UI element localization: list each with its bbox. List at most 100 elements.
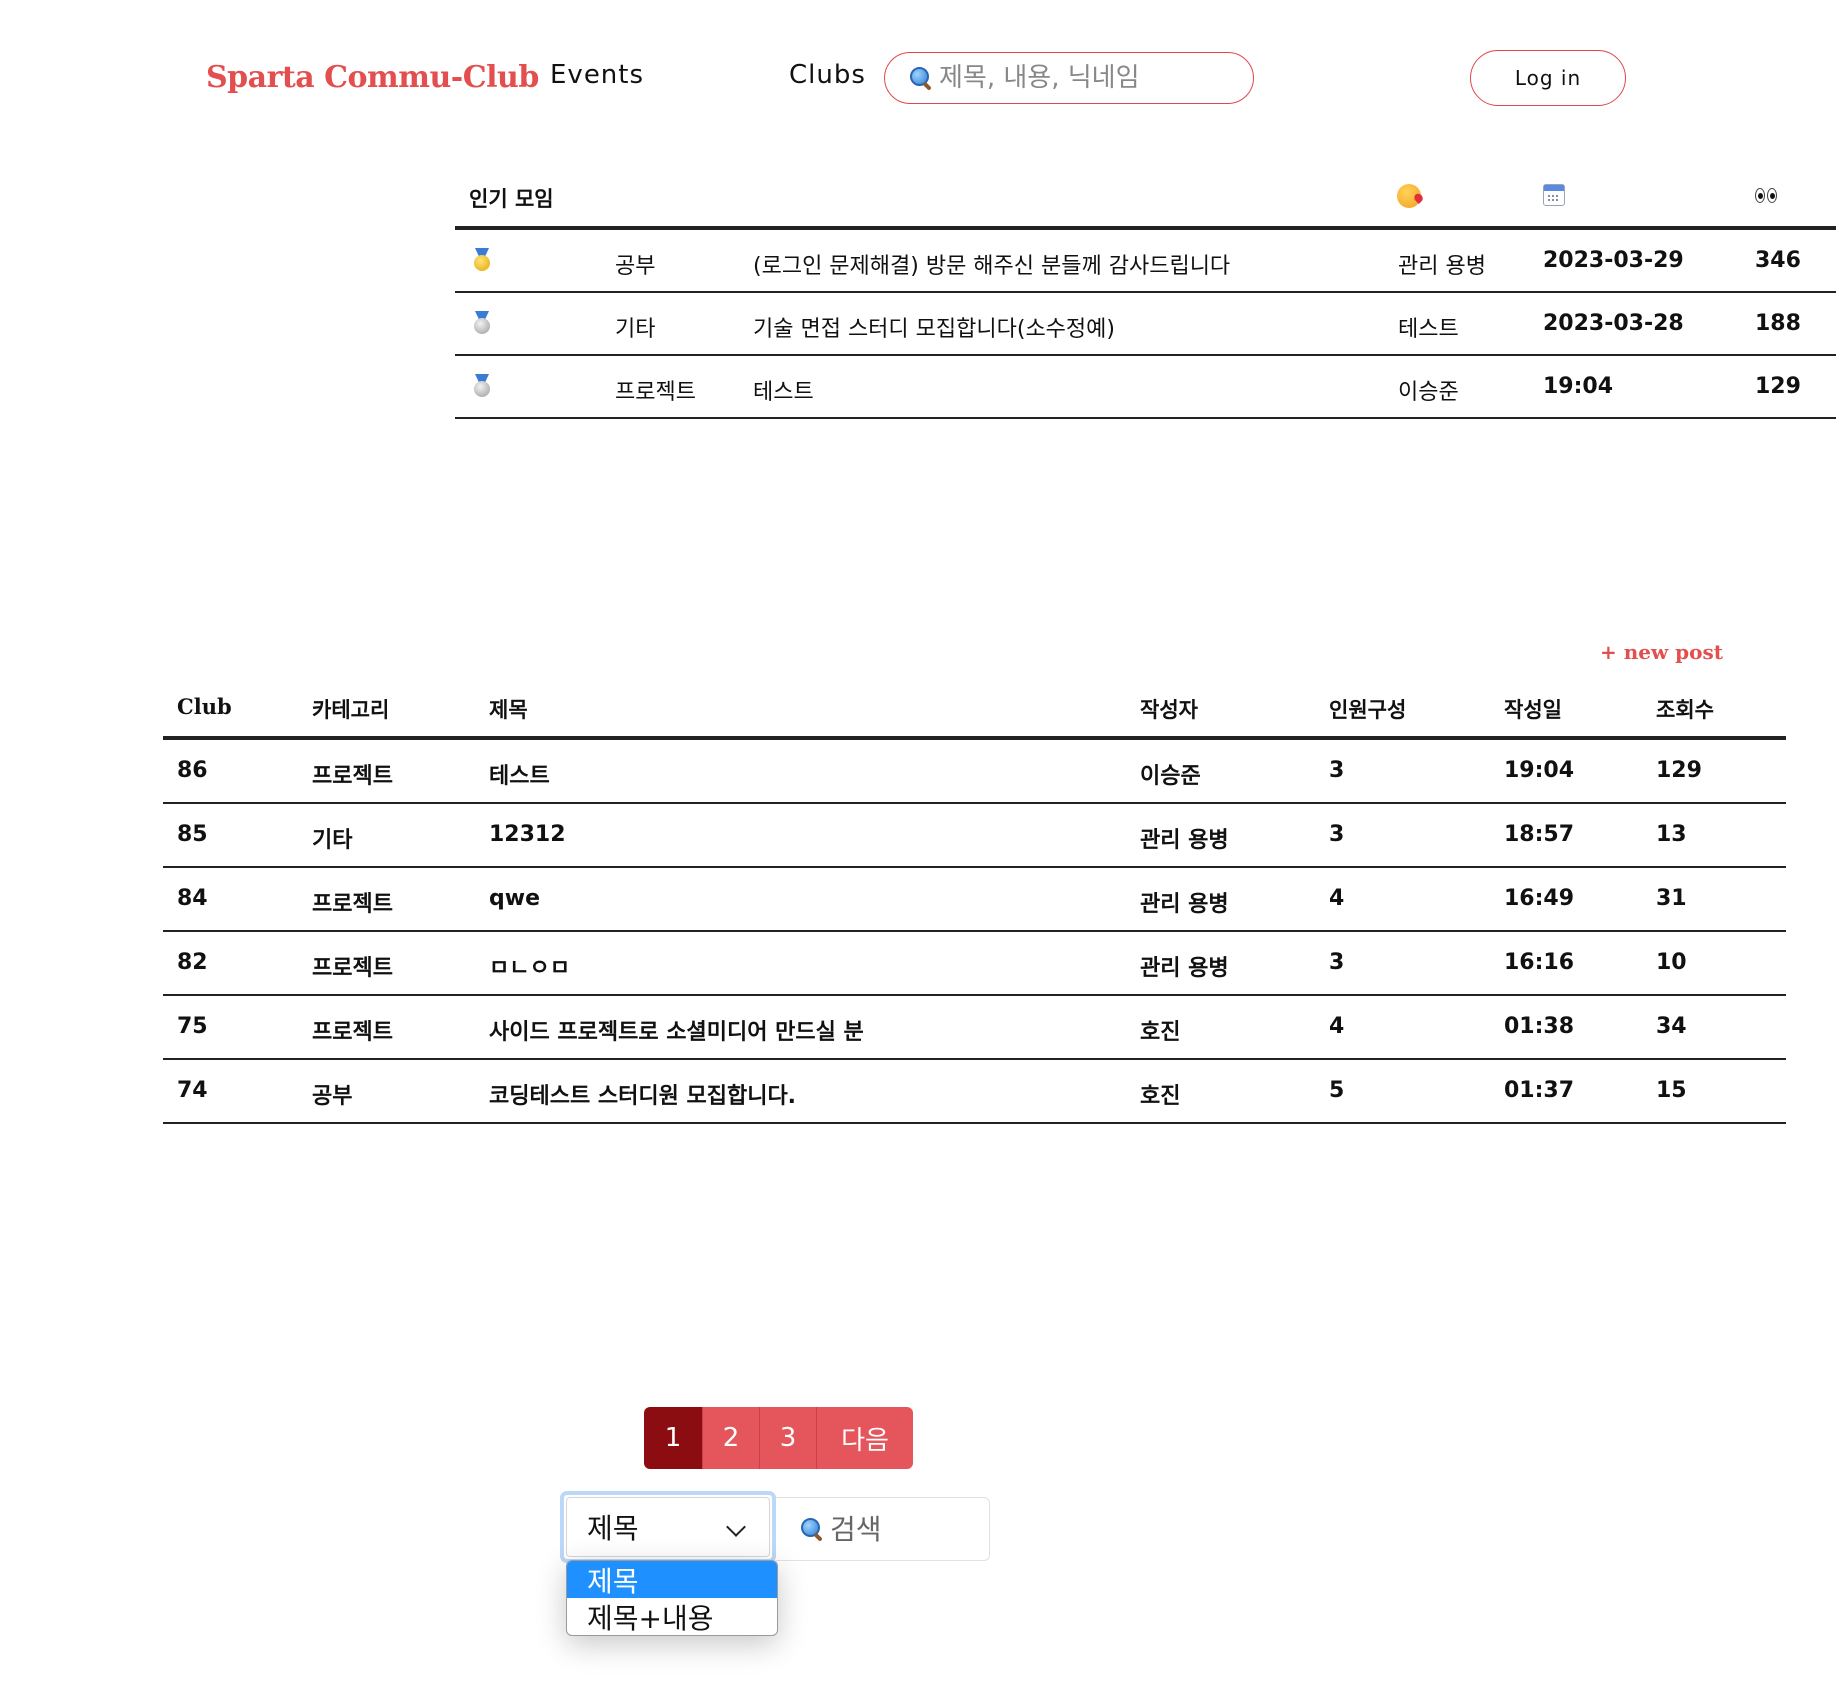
popular-date: 2023-03-29 bbox=[1543, 248, 1684, 273]
column-header-category: 카테고리 bbox=[312, 698, 390, 722]
post-title-link[interactable]: 12312 bbox=[489, 822, 566, 847]
popular-author: 관리 용병 bbox=[1398, 254, 1486, 279]
views-cell: 13 bbox=[1656, 822, 1687, 847]
column-header-author: 작성자 bbox=[1140, 698, 1198, 722]
site-logo[interactable]: Sparta Commu-Club bbox=[206, 60, 539, 95]
views-cell: 10 bbox=[1656, 950, 1687, 975]
popular-title: 인기 모임 bbox=[469, 187, 554, 211]
author-cell: 이승준 bbox=[1140, 764, 1201, 789]
column-header-club: Club bbox=[177, 694, 232, 719]
table-row[interactable]: 74 공부 코딩테스트 스터디원 모집합니다. 호진 5 01:37 15 bbox=[163, 1060, 1786, 1124]
nav-clubs-link[interactable]: Clubs bbox=[789, 60, 866, 90]
author-cell: 관리 용병 bbox=[1140, 892, 1229, 917]
next-page-button[interactable]: 다음 bbox=[817, 1407, 913, 1469]
search-type-selected: 제목 bbox=[587, 1512, 639, 1545]
date-cell: 18:57 bbox=[1504, 822, 1575, 847]
members-cell: 4 bbox=[1329, 886, 1345, 911]
members-cell: 3 bbox=[1329, 758, 1345, 783]
board-search[interactable] bbox=[776, 1497, 990, 1561]
club-id: 85 bbox=[177, 822, 208, 847]
date-cell: 16:16 bbox=[1504, 950, 1575, 975]
popular-category: 프로젝트 bbox=[615, 380, 696, 405]
category-cell: 프로젝트 bbox=[312, 956, 393, 981]
club-id: 75 bbox=[177, 1014, 208, 1039]
popular-table: 인기 모임 공부 (로그인 문제해결) 방문 해주신 분들께 감사드립니다 관리… bbox=[455, 168, 1836, 419]
club-id: 82 bbox=[177, 950, 208, 975]
popular-post-title[interactable]: 기술 면접 스터디 모집합니다(소수정예) bbox=[753, 311, 1115, 343]
date-cell: 19:04 bbox=[1504, 758, 1575, 783]
kissing-heart-icon bbox=[1397, 184, 1421, 208]
search-type-select[interactable]: 제목 bbox=[560, 1491, 776, 1563]
views-cell: 31 bbox=[1656, 886, 1687, 911]
table-row[interactable]: 82 프로젝트 ㅁㄴㅇㅁ 관리 용병 3 16:16 10 bbox=[163, 932, 1786, 996]
chevron-down-icon bbox=[726, 1517, 746, 1537]
popular-date: 19:04 bbox=[1543, 374, 1614, 399]
column-header-members: 인원구성 bbox=[1329, 698, 1407, 722]
table-row[interactable]: 86 프로젝트 테스트 이승준 3 19:04 129 bbox=[163, 740, 1786, 804]
popular-category: 공부 bbox=[615, 254, 656, 279]
option-title-content[interactable]: 제목+내용 bbox=[567, 1598, 777, 1635]
date-cell: 01:37 bbox=[1504, 1078, 1575, 1103]
column-header-title: 제목 bbox=[489, 698, 528, 722]
category-cell: 기타 bbox=[312, 828, 353, 853]
gold-medal-icon bbox=[471, 248, 493, 278]
category-cell: 공부 bbox=[312, 1084, 353, 1109]
category-cell: 프로젝트 bbox=[312, 1020, 393, 1045]
post-title-link[interactable]: 테스트 bbox=[489, 758, 550, 790]
members-cell: 3 bbox=[1329, 822, 1345, 847]
silver-medal-icon bbox=[471, 374, 493, 404]
popular-row[interactable]: 공부 (로그인 문제해결) 방문 해주신 분들께 감사드립니다 관리 용병 20… bbox=[455, 230, 1836, 293]
board-table-header: Club 카테고리 제목 작성자 인원구성 작성일 조회수 bbox=[163, 683, 1786, 740]
popular-post-title[interactable]: (로그인 문제해결) 방문 해주신 분들께 감사드립니다 bbox=[753, 248, 1230, 280]
page-button-1[interactable]: 1 bbox=[644, 1407, 703, 1469]
popular-post-title[interactable]: 테스트 bbox=[753, 374, 814, 406]
members-cell: 5 bbox=[1329, 1078, 1345, 1103]
views-cell: 15 bbox=[1656, 1078, 1687, 1103]
popular-row[interactable]: 기타 기술 면접 스터디 모집합니다(소수정예) 테스트 2023-03-28 … bbox=[455, 293, 1836, 356]
popular-views: 346 bbox=[1755, 248, 1801, 273]
popular-views: 188 bbox=[1755, 311, 1801, 336]
board-search-input[interactable] bbox=[828, 1511, 982, 1547]
page-button-2[interactable]: 2 bbox=[703, 1407, 760, 1469]
option-title[interactable]: 제목 bbox=[567, 1561, 777, 1598]
author-cell: 관리 용병 bbox=[1140, 828, 1229, 853]
search-icon bbox=[800, 1517, 824, 1542]
eyes-icon bbox=[1755, 188, 1779, 204]
column-header-views: 조회수 bbox=[1656, 698, 1714, 722]
column-header-date: 작성일 bbox=[1504, 698, 1562, 722]
category-cell: 프로젝트 bbox=[312, 764, 393, 789]
popular-views: 129 bbox=[1755, 374, 1801, 399]
calendar-icon bbox=[1543, 184, 1565, 206]
new-post-button[interactable]: + new post bbox=[1600, 640, 1723, 664]
club-id: 84 bbox=[177, 886, 208, 911]
table-row[interactable]: 84 프로젝트 qwe 관리 용병 4 16:49 31 bbox=[163, 868, 1786, 932]
table-row[interactable]: 75 프로젝트 사이드 프로젝트로 소셜미디어 만드실 분 호진 4 01:38… bbox=[163, 996, 1786, 1060]
silver-medal-icon bbox=[471, 311, 493, 341]
popular-row[interactable]: 프로젝트 테스트 이승준 19:04 129 bbox=[455, 356, 1836, 419]
author-cell: 호진 bbox=[1140, 1020, 1181, 1045]
category-cell: 프로젝트 bbox=[312, 892, 393, 917]
members-cell: 4 bbox=[1329, 1014, 1345, 1039]
pagination: 1 2 3 다음 bbox=[644, 1407, 913, 1469]
popular-date: 2023-03-28 bbox=[1543, 311, 1684, 336]
search-type-dropdown: 제목 제목+내용 bbox=[566, 1560, 778, 1636]
board-table: Club 카테고리 제목 작성자 인원구성 작성일 조회수 86 프로젝트 테스… bbox=[163, 683, 1786, 1124]
nav-events-link[interactable]: Events bbox=[550, 60, 644, 90]
post-title-link[interactable]: 코딩테스트 스터디원 모집합니다. bbox=[489, 1078, 796, 1110]
post-title-link[interactable]: qwe bbox=[489, 886, 540, 911]
club-id: 74 bbox=[177, 1078, 208, 1103]
post-title-link[interactable]: ㅁㄴㅇㅁ bbox=[489, 950, 570, 982]
popular-author: 이승준 bbox=[1398, 380, 1459, 405]
header-search-input[interactable] bbox=[937, 62, 1231, 94]
date-cell: 01:38 bbox=[1504, 1014, 1575, 1039]
page-button-3[interactable]: 3 bbox=[760, 1407, 817, 1469]
club-id: 86 bbox=[177, 758, 208, 783]
author-cell: 호진 bbox=[1140, 1084, 1181, 1109]
login-button[interactable]: Log in bbox=[1470, 50, 1626, 106]
date-cell: 16:49 bbox=[1504, 886, 1575, 911]
post-title-link[interactable]: 사이드 프로젝트로 소셜미디어 만드실 분 bbox=[489, 1014, 864, 1046]
author-cell: 관리 용병 bbox=[1140, 956, 1229, 981]
table-row[interactable]: 85 기타 12312 관리 용병 3 18:57 13 bbox=[163, 804, 1786, 868]
header-search[interactable] bbox=[884, 52, 1254, 104]
popular-author: 테스트 bbox=[1398, 317, 1459, 342]
